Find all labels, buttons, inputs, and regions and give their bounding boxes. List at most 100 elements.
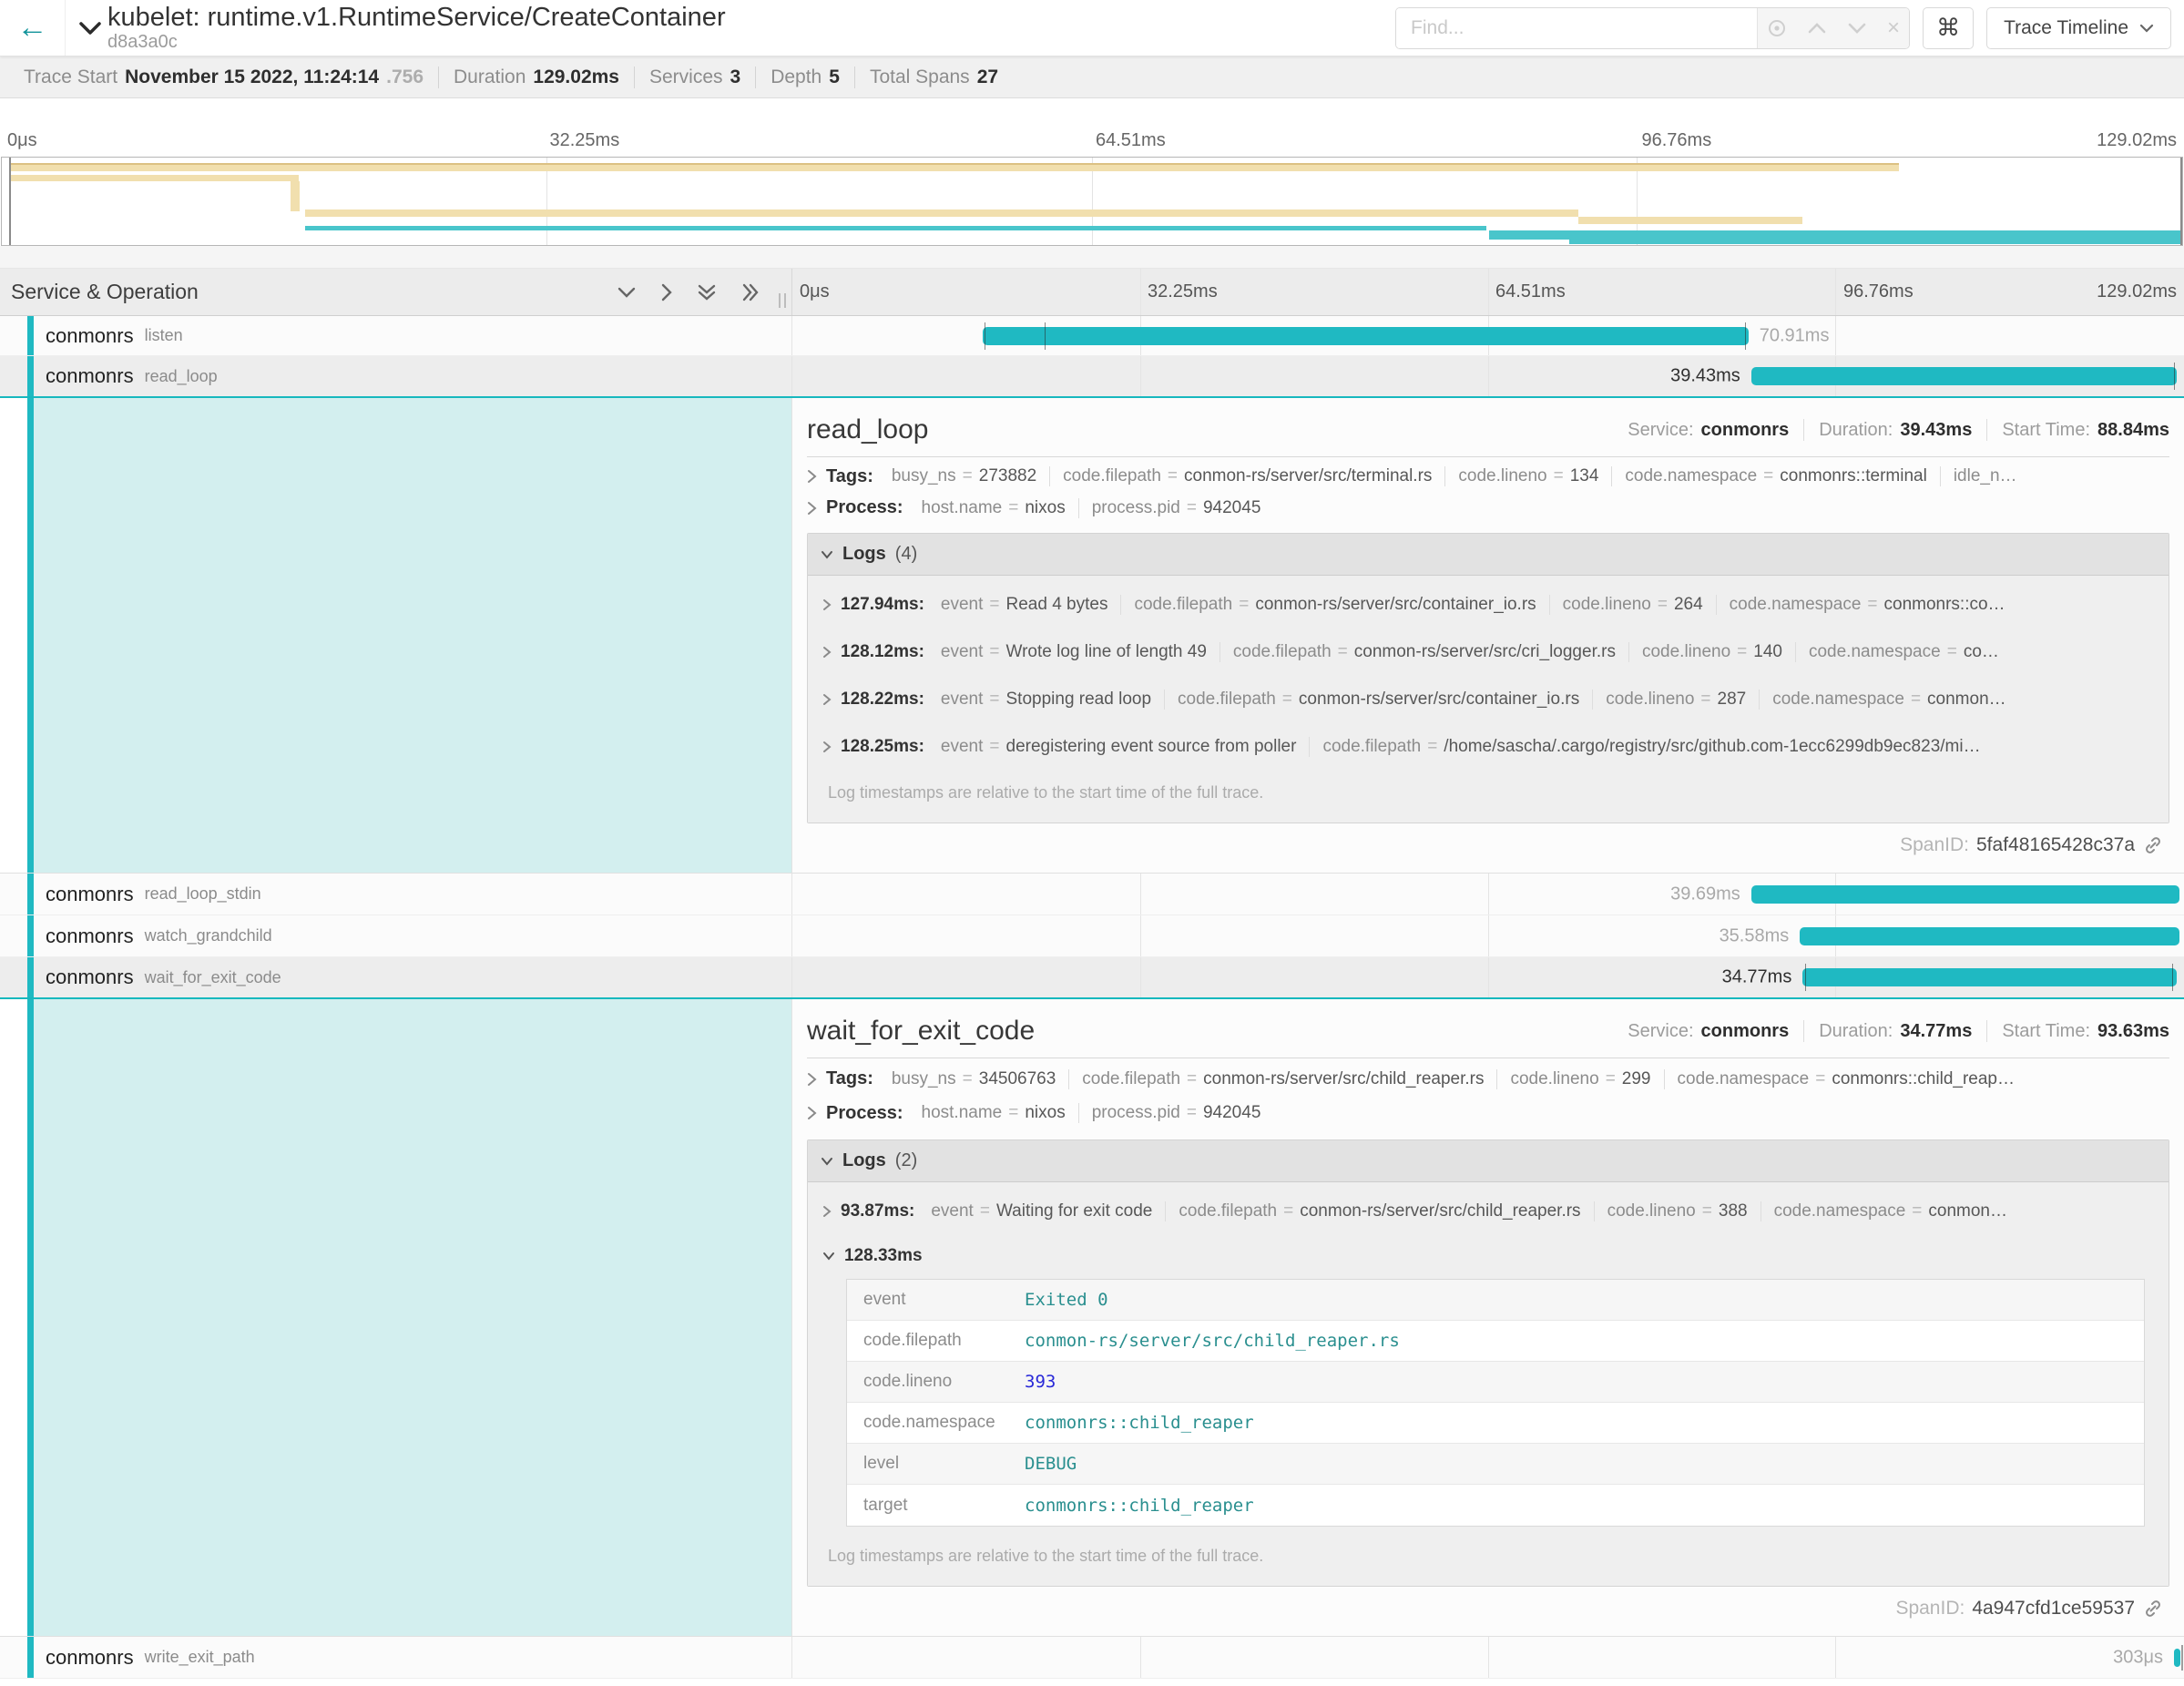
summary-label: Total Spans [870,66,970,88]
log-entry[interactable]: 93.87ms: event=Waiting for exit code cod… [822,1188,2159,1235]
field-key: code.lineno [847,1372,1025,1392]
collapse-one-icon[interactable] [617,286,637,299]
log-entry[interactable]: 128.25ms: event=deregistering event sour… [822,723,2159,771]
find-input[interactable] [1396,8,1757,48]
log-field-pill: code.filepath=conmon-rs/server/src/child… [1165,1201,1593,1221]
span-id-label: SpanID: [1900,834,1969,856]
span-row-wait-for-exit-code[interactable]: conmonrs wait_for_exit_code 34.77ms [0,957,2184,999]
span-row-listen[interactable]: conmonrs listen 70.91ms [0,316,2184,356]
axis-tick-label: 64.51ms [1495,281,1566,302]
log-entry[interactable]: 127.94ms: event=Read 4 bytes code.filepa… [822,581,2159,628]
span-operation: read_loop_stdin [145,884,261,904]
log-field-row: level DEBUG [847,1444,2144,1485]
span-row-write-exit-path[interactable]: conmonrs write_exit_path 303μs [0,1637,2184,1679]
span-duration-label: 35.58ms [1720,925,1790,946]
span-service: conmonrs [46,364,134,388]
duration-value: 34.77ms [1900,1021,1972,1042]
minimap-left-handle[interactable] [9,158,11,245]
keyboard-shortcuts-button[interactable]: ⌘ [1923,7,1974,49]
back-button[interactable]: ← [0,0,66,56]
span-detail-indent [0,999,792,1636]
log-field-pill: event=Read 4 bytes [928,595,1121,615]
tags-line[interactable]: Tags: busy_ns=34506763 code.filepath=con… [807,1062,2169,1097]
process-line[interactable]: Process: host.name=nixos process.pid=942… [807,1097,2169,1131]
clear-find-icon[interactable]: × [1887,15,1900,41]
log-field-pill: code.lineno=287 [1592,690,1759,710]
log-entry[interactable]: 128.12ms: event=Wrote log line of length… [822,628,2159,676]
span-row-read-loop-stdin[interactable]: conmonrs read_loop_stdin 39.69ms [0,874,2184,915]
collapse-title-button[interactable] [78,21,102,36]
view-selector-button[interactable]: Trace Timeline [1986,7,2171,49]
service-label: Service: [1628,1021,1693,1042]
span-duration-label: 39.43ms [1670,366,1740,387]
match-case-icon[interactable] [1767,18,1787,38]
log-field-row: target conmonrs::child_reaper [847,1485,2144,1526]
find-next-icon[interactable] [1847,22,1867,35]
link-icon[interactable] [2142,1598,2164,1620]
minimap-right-handle[interactable] [2180,158,2182,245]
log-field-pill: code.namespace=conmon… [1759,690,2018,710]
summary-value: 5 [829,66,840,88]
chevron-down-icon [2139,24,2154,33]
process-label: Process: [826,1103,903,1124]
logs-footnote: Log timestamps are relative to the start… [822,1534,2159,1577]
span-color-accent [27,915,34,956]
span-bar[interactable] [1800,927,2179,945]
page-title: kubelet: runtime.v1.RuntimeService/Creat… [107,4,726,33]
tag-pill: code.namespace=conmonrs::child_reap… [1664,1069,2027,1089]
column-resizer[interactable] [779,293,786,308]
logs-footnote: Log timestamps are relative to the start… [822,771,2159,813]
chevron-right-icon [822,693,832,706]
summary-label: Depth [771,66,822,88]
link-icon[interactable] [2142,834,2164,856]
find-prev-icon[interactable] [1807,22,1827,35]
tags-line[interactable]: Tags: busy_ns=273882 code.filepath=conmo… [807,461,2169,493]
expand-all-icon[interactable] [740,282,760,302]
duration-value: 39.43ms [1900,420,1972,441]
find-tools: × [1757,8,1909,48]
summary-value: 3 [730,66,741,88]
span-row-read-loop[interactable]: conmonrs read_loop 39.43ms [0,356,2184,398]
collapse-all-icon[interactable] [697,282,717,302]
log-timestamp: 128.22ms: [841,690,924,710]
span-bar[interactable] [1751,885,2180,904]
log-tick [2181,1645,2183,1671]
summary-item: Services 3 [634,66,755,88]
tag-pill: busy_ns=34506763 [879,1069,1068,1089]
minimap-span-bar [291,181,300,211]
span-bar[interactable] [1751,367,2178,385]
process-pill: host.name=nixos [909,498,1078,518]
log-field-pill: code.filepath=conmon-rs/server/src/cri_l… [1220,642,1628,662]
service-value: conmonrs [1701,1021,1790,1042]
minimap-canvas[interactable] [1,157,2183,246]
expanded-log-header[interactable]: 128.33ms [822,1235,2159,1277]
log-field-pill: code.filepath=/home/sascha/.cargo/regist… [1309,737,1993,757]
process-line[interactable]: Process: host.name=nixos process.pid=942… [807,493,2169,525]
logs-header[interactable]: Logs (2) [808,1140,2169,1182]
span-color-accent [27,1637,34,1678]
span-color-accent [27,957,34,997]
span-bar[interactable] [2174,1649,2180,1667]
span-service: conmonrs [46,925,134,948]
span-bar[interactable] [983,327,1748,345]
minimap-axis: 0μs 32.25ms 64.51ms 96.76ms 129.02ms [0,98,2184,157]
minimap-span-bar [1578,217,1803,224]
find-group: × [1395,7,1910,49]
trace-summary-bar: Trace Start November 15 2022, 11:24:14.7… [0,56,2184,98]
log-field-pill: event=deregistering event source from po… [928,737,1310,757]
detail-title: read_loop [807,414,928,445]
logs-header[interactable]: Logs (4) [808,534,2169,576]
tags-label: Tags: [826,1068,873,1089]
expand-one-icon[interactable] [660,282,673,302]
span-bar[interactable] [1802,968,2177,986]
field-value: 393 [1025,1372,1056,1392]
field-key: target [847,1496,1025,1516]
log-entry[interactable]: 128.22ms: event=Stopping read loop code.… [822,676,2159,723]
summary-value: November 15 2022, 11:24:14 [125,66,379,88]
process-label: Process: [826,497,903,518]
span-color-accent [27,316,34,355]
span-id-row: SpanID: 4a947cfd1ce59537 [807,1587,2169,1629]
chevron-right-icon [822,598,832,611]
summary-item: Duration 129.02ms [438,66,634,88]
span-row-watch-grandchild[interactable]: conmonrs watch_grandchild 35.58ms [0,915,2184,957]
